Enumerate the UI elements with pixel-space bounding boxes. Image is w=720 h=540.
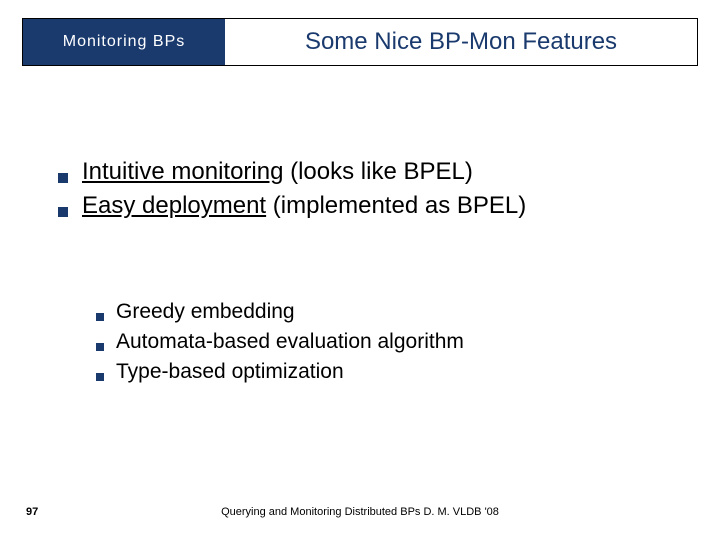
rest-text: (implemented as BPEL)	[266, 192, 526, 219]
list-item: Type-based optimization	[96, 360, 680, 384]
rest-text: (looks like BPEL)	[283, 158, 472, 185]
footer-citation: Querying and Monitoring Distributed BPs …	[0, 506, 720, 518]
sub-bullet-list: Greedy embedding Automata-based evaluati…	[96, 300, 680, 390]
list-item-text: Easy deployment (implemented as BPEL)	[82, 192, 526, 220]
header-left-label: Monitoring BPs	[23, 19, 225, 65]
main-bullet-list: Intuitive monitoring (looks like BPEL) E…	[58, 158, 680, 226]
square-bullet-icon	[96, 313, 104, 321]
list-item-text: Type-based optimization	[116, 360, 344, 384]
underlined-phrase: Easy deployment	[82, 192, 266, 219]
list-item-text: Intuitive monitoring (looks like BPEL)	[82, 158, 473, 186]
square-bullet-icon	[96, 343, 104, 351]
square-bullet-icon	[58, 207, 68, 217]
list-item: Automata-based evaluation algorithm	[96, 330, 680, 354]
square-bullet-icon	[96, 373, 104, 381]
list-item-text: Automata-based evaluation algorithm	[116, 330, 464, 354]
underlined-phrase: Intuitive monitoring	[82, 158, 283, 185]
square-bullet-icon	[58, 173, 68, 183]
list-item: Intuitive monitoring (looks like BPEL)	[58, 158, 680, 186]
list-item: Easy deployment (implemented as BPEL)	[58, 192, 680, 220]
header-bar: Monitoring BPs Some Nice BP-Mon Features	[22, 18, 698, 66]
list-item: Greedy embedding	[96, 300, 680, 324]
slide-title: Some Nice BP-Mon Features	[225, 19, 697, 65]
list-item-text: Greedy embedding	[116, 300, 295, 324]
